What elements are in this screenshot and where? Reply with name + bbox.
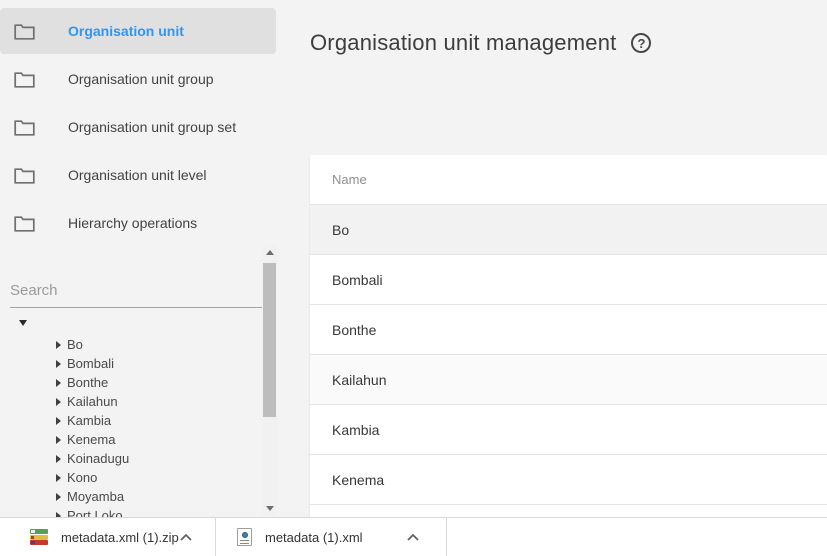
org-unit-table: Name Bo Bombali Bonthe Kailahun Kambia K… xyxy=(310,155,827,517)
tree-search xyxy=(10,278,265,308)
sidebar-item-organisation-unit-level[interactable]: Organisation unit level xyxy=(0,152,276,198)
download-item-xml[interactable]: metadata (1).xml xyxy=(216,518,446,556)
table-row-kailahun[interactable]: Kailahun xyxy=(310,355,827,405)
table-header-row: Name xyxy=(310,155,827,205)
folder-icon xyxy=(14,70,36,88)
tree-scrollbar[interactable] xyxy=(262,245,277,516)
page-header: Organisation unit management ? xyxy=(310,30,651,56)
scrollbar-thumb[interactable] xyxy=(263,263,276,417)
download-filename: metadata.xml (1).zip xyxy=(61,530,179,545)
divider xyxy=(446,518,447,556)
tree-item-kambia[interactable]: Kambia xyxy=(56,411,258,430)
scroll-up-arrow-icon[interactable] xyxy=(262,245,277,260)
folder-icon xyxy=(14,214,36,232)
triangle-right-icon xyxy=(56,341,61,349)
tree-item-bo[interactable]: Bo xyxy=(56,335,258,354)
download-item-zip[interactable]: metadata.xml (1).zip xyxy=(0,518,215,556)
triangle-right-icon xyxy=(56,398,61,406)
tree-item-koinadugu[interactable]: Koinadugu xyxy=(56,449,258,468)
page-title: Organisation unit management xyxy=(310,30,616,56)
folder-icon xyxy=(14,118,36,136)
tree-item-bonthe[interactable]: Bonthe xyxy=(56,373,258,392)
download-filename: metadata (1).xml xyxy=(265,530,363,545)
triangle-right-icon xyxy=(56,379,61,387)
table-row-kenema[interactable]: Kenema xyxy=(310,455,827,505)
table-body: Bo Bombali Bonthe Kailahun Kambia Kenema xyxy=(310,205,827,505)
sidebar-item-label: Organisation unit xyxy=(68,23,184,39)
sidebar-item-organisation-unit-group[interactable]: Organisation unit group xyxy=(0,56,276,102)
table-row-kambia[interactable]: Kambia xyxy=(310,405,827,455)
table-row-bombali[interactable]: Bombali xyxy=(310,255,827,305)
sidebar-item-hierarchy-operations[interactable]: Hierarchy operations xyxy=(0,200,276,246)
sidebar-item-label: Organisation unit group set xyxy=(68,119,236,135)
triangle-right-icon xyxy=(56,417,61,425)
tree-item-kailahun[interactable]: Kailahun xyxy=(56,392,258,411)
folder-icon xyxy=(14,166,36,184)
triangle-right-icon xyxy=(56,436,61,444)
tree-item-kono[interactable]: Kono xyxy=(56,468,258,487)
tree-root-toggle[interactable] xyxy=(0,314,258,332)
search-input[interactable] xyxy=(10,278,265,308)
folder-icon xyxy=(14,22,36,40)
triangle-down-icon xyxy=(19,320,27,326)
sidebar-menu: Organisation unit Organisation unit grou… xyxy=(0,0,276,246)
sidebar-item-organisation-unit[interactable]: Organisation unit xyxy=(0,8,276,54)
column-header-name: Name xyxy=(332,172,367,187)
triangle-right-icon xyxy=(56,455,61,463)
xml-document-icon xyxy=(237,528,252,546)
zip-archive-icon xyxy=(30,529,48,545)
sidebar-item-label: Organisation unit level xyxy=(68,167,207,183)
tree-item-bombali[interactable]: Bombali xyxy=(56,354,258,373)
sidebar-item-label: Organisation unit group xyxy=(68,71,214,87)
triangle-right-icon xyxy=(56,493,61,501)
triangle-right-icon xyxy=(56,360,61,368)
tree-item-moyamba[interactable]: Moyamba xyxy=(56,487,258,506)
sidebar: Organisation unit Organisation unit grou… xyxy=(0,0,276,556)
chevron-up-icon[interactable] xyxy=(179,533,193,542)
sidebar-item-organisation-unit-group-set[interactable]: Organisation unit group set xyxy=(0,104,276,150)
triangle-right-icon xyxy=(56,474,61,482)
help-icon[interactable]: ? xyxy=(631,33,651,53)
sidebar-item-label: Hierarchy operations xyxy=(68,215,197,231)
tree-item-kenema[interactable]: Kenema xyxy=(56,430,258,449)
downloads-bar: metadata.xml (1).zip metadata (1).xml xyxy=(0,517,827,556)
tree-list: Bo Bombali Bonthe Kailahun Kambia Kenema… xyxy=(0,335,258,525)
chevron-up-icon[interactable] xyxy=(406,533,420,542)
table-row-bonthe[interactable]: Bonthe xyxy=(310,305,827,355)
scroll-down-arrow-icon[interactable] xyxy=(262,501,277,516)
table-row-bo[interactable]: Bo xyxy=(310,205,827,255)
